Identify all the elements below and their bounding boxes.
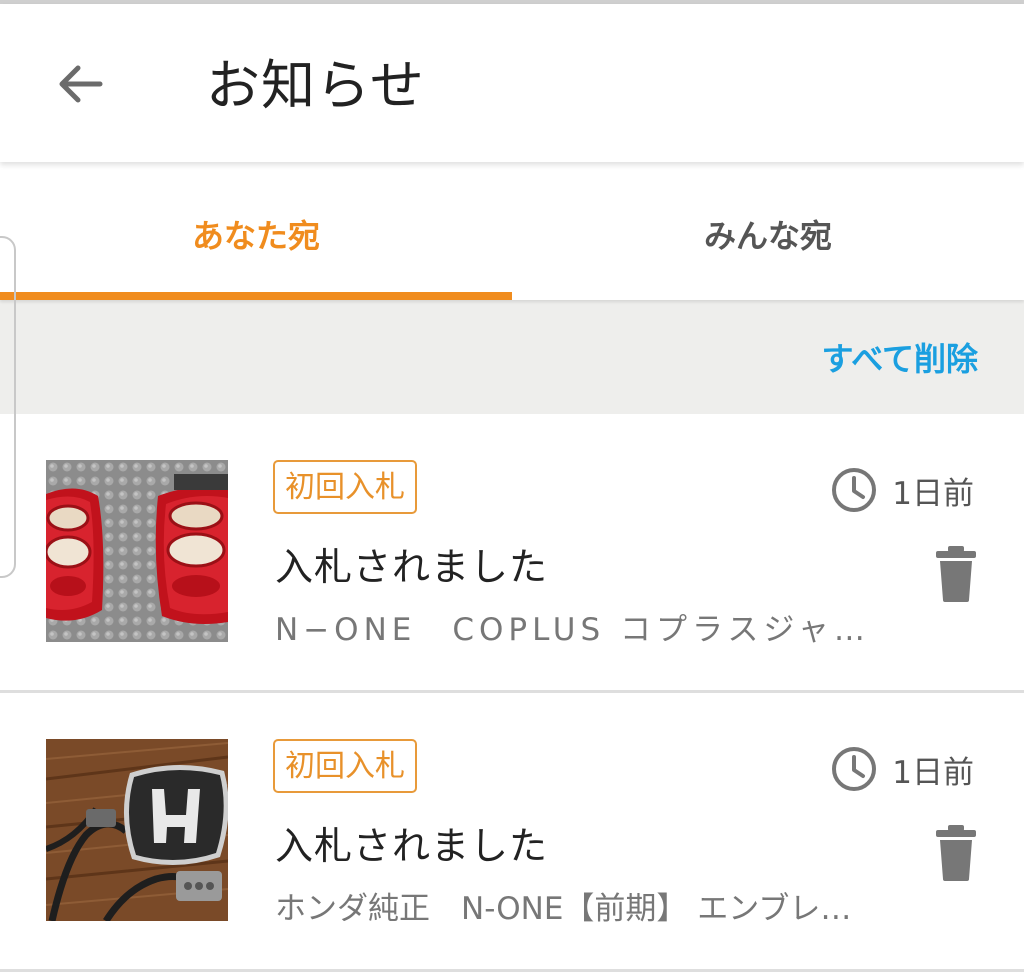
notification-item[interactable]: 初回入札 1日前 入札されました N−ONE COPLUS コプラスジャ…: [0, 414, 1024, 693]
tab-for-everyone[interactable]: みんな宛: [512, 168, 1024, 300]
delete-notification-button[interactable]: [934, 544, 978, 604]
notification-description: N−ONE COPLUS コプラスジャ…: [275, 612, 870, 648]
time-ago: 1日前: [892, 754, 974, 791]
item-thumbnail: [46, 460, 228, 642]
timestamp: 1日前: [830, 466, 974, 514]
first-bid-badge: 初回入札: [273, 460, 417, 514]
side-drawer-handle[interactable]: [0, 236, 16, 578]
honda-emblem-image: [46, 739, 228, 921]
arrow-left-icon: [59, 65, 103, 103]
tail-lights-image: [46, 460, 228, 642]
item-thumbnail: [46, 739, 228, 921]
app-bar: お知らせ: [0, 4, 1024, 162]
trash-icon: [936, 546, 976, 602]
trash-icon: [936, 825, 976, 881]
time-ago: 1日前: [892, 475, 974, 512]
delete-notification-button[interactable]: [934, 823, 978, 883]
tab-bar: あなた宛 みんな宛: [0, 168, 1024, 300]
back-button[interactable]: [52, 52, 108, 116]
timestamp: 1日前: [830, 745, 974, 793]
page-title: お知らせ: [206, 54, 425, 117]
notification-description: ホンダ純正 N-ONE【前期】 エンブレ…: [275, 891, 852, 927]
clock-icon: [832, 747, 877, 791]
action-bar: すべて削除: [0, 300, 1024, 414]
clock-icon: [832, 468, 877, 512]
active-tab-indicator: [0, 292, 512, 300]
first-bid-badge: 初回入札: [273, 739, 417, 793]
notifications-screen: お知らせ あなた宛 みんな宛 すべて削除 初回入札 1日前 入札されました N−…: [0, 0, 1024, 976]
tab-for-you[interactable]: あなた宛: [0, 168, 512, 300]
notification-title: 入札されました: [275, 545, 549, 589]
notification-item[interactable]: 初回入札 1日前 入札されました ホンダ純正 N-ONE【前期】 エンブレ…: [0, 693, 1024, 972]
notification-title: 入札されました: [275, 824, 549, 868]
delete-all-button[interactable]: すべて削除: [822, 334, 978, 380]
